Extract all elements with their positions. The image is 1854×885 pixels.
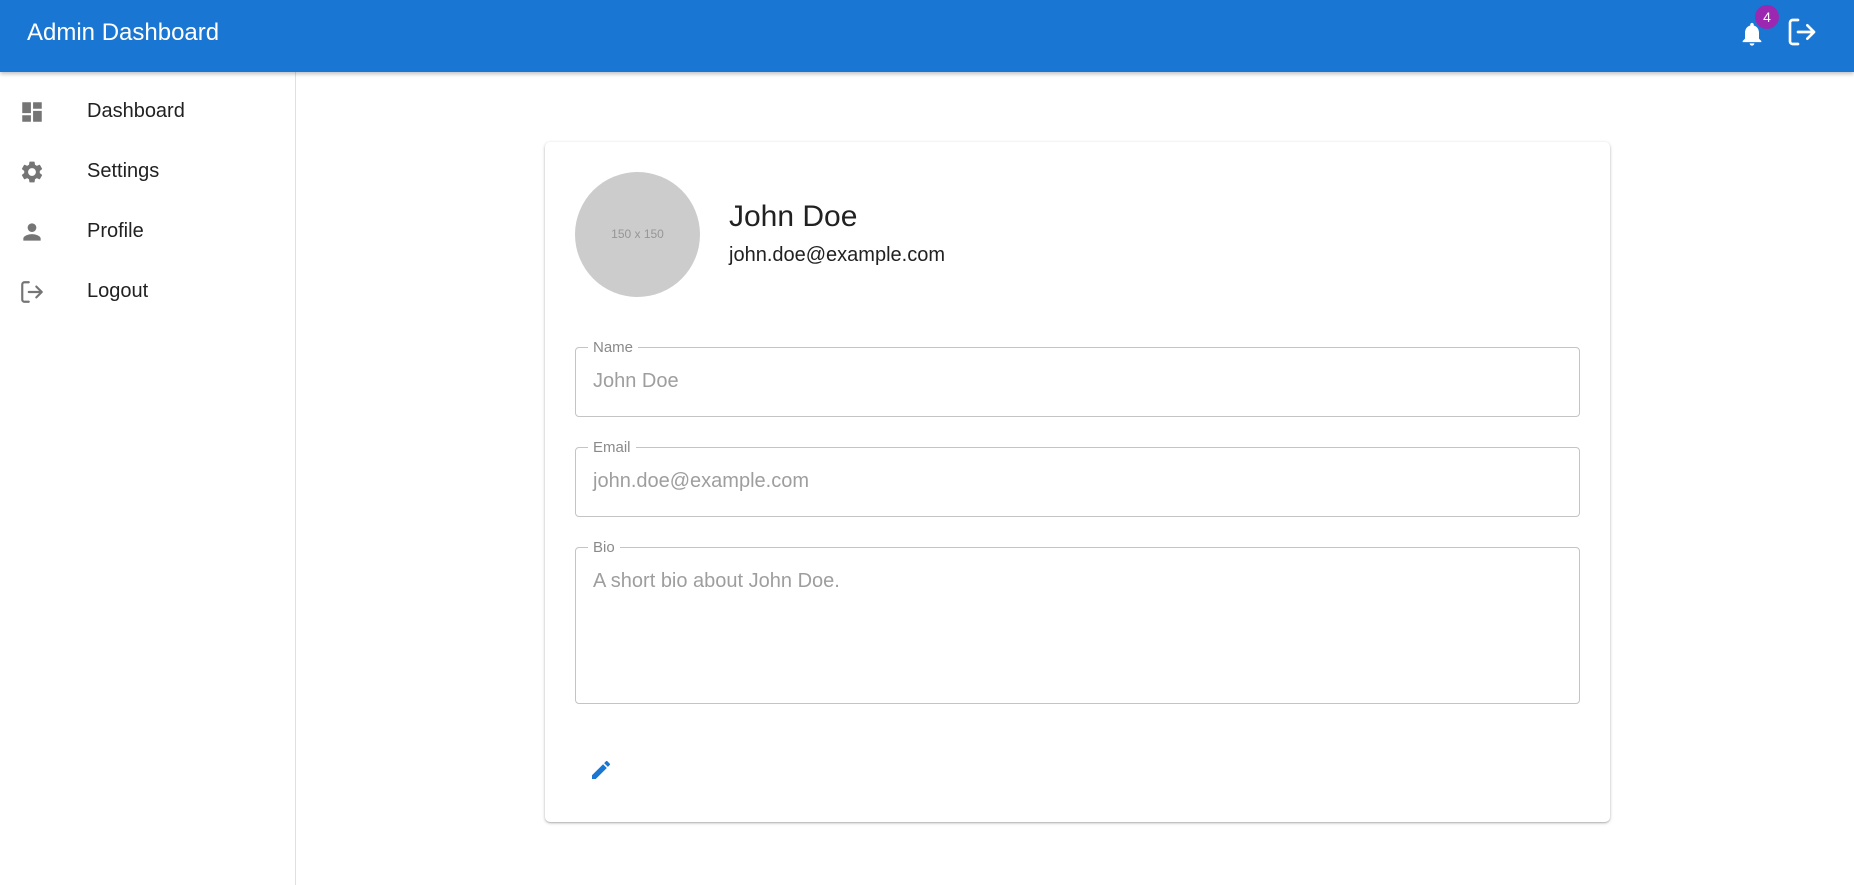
profile-card: 150 x 150 John Doe john.doe@example.com … xyxy=(545,142,1610,822)
name-field[interactable]: Name John Doe xyxy=(575,339,1580,417)
appbar-logout-button[interactable] xyxy=(1786,16,1818,48)
name-field-label: Name xyxy=(588,339,639,356)
sidebar-item-label: Profile xyxy=(87,220,144,242)
sidebar-item-label: Settings xyxy=(87,160,160,182)
logout-icon xyxy=(21,281,43,303)
profile-name: John Doe xyxy=(729,200,858,233)
sidebar-item-label: Dashboard xyxy=(87,100,185,122)
sidebar-item-label: Logout xyxy=(87,280,149,302)
email-field[interactable]: Email john.doe@example.com xyxy=(575,439,1580,517)
gear-icon xyxy=(21,161,43,183)
edit-profile-button[interactable] xyxy=(581,750,621,790)
email-field-value: john.doe@example.com xyxy=(593,470,809,492)
sidebar-item-profile[interactable]: Profile xyxy=(0,201,295,261)
email-field-label: Email xyxy=(588,439,636,456)
pencil-icon xyxy=(592,760,611,779)
person-icon xyxy=(23,223,41,241)
app-title: Admin Dashboard xyxy=(27,19,220,46)
logout-icon xyxy=(1788,18,1816,46)
notification-count-badge: 4 xyxy=(1755,5,1779,29)
bio-field-value: A short bio about John Doe. xyxy=(593,570,840,592)
sidebar-item-dashboard[interactable]: Dashboard xyxy=(0,81,295,141)
dashboard-icon xyxy=(22,102,42,122)
bio-field[interactable]: Bio A short bio about John Doe. xyxy=(575,539,1580,704)
profile-email: john.doe@example.com xyxy=(729,244,945,266)
avatar: 150 x 150 xyxy=(575,172,700,297)
sidebar-item-logout[interactable]: Logout xyxy=(0,261,295,321)
app-bar: Admin Dashboard 4 xyxy=(0,0,1854,72)
sidebar-item-settings[interactable]: Settings xyxy=(0,141,295,201)
sidebar: Dashboard Settings Profile Logout xyxy=(0,72,296,885)
bio-field-label: Bio xyxy=(588,539,620,556)
name-field-value: John Doe xyxy=(593,370,679,392)
